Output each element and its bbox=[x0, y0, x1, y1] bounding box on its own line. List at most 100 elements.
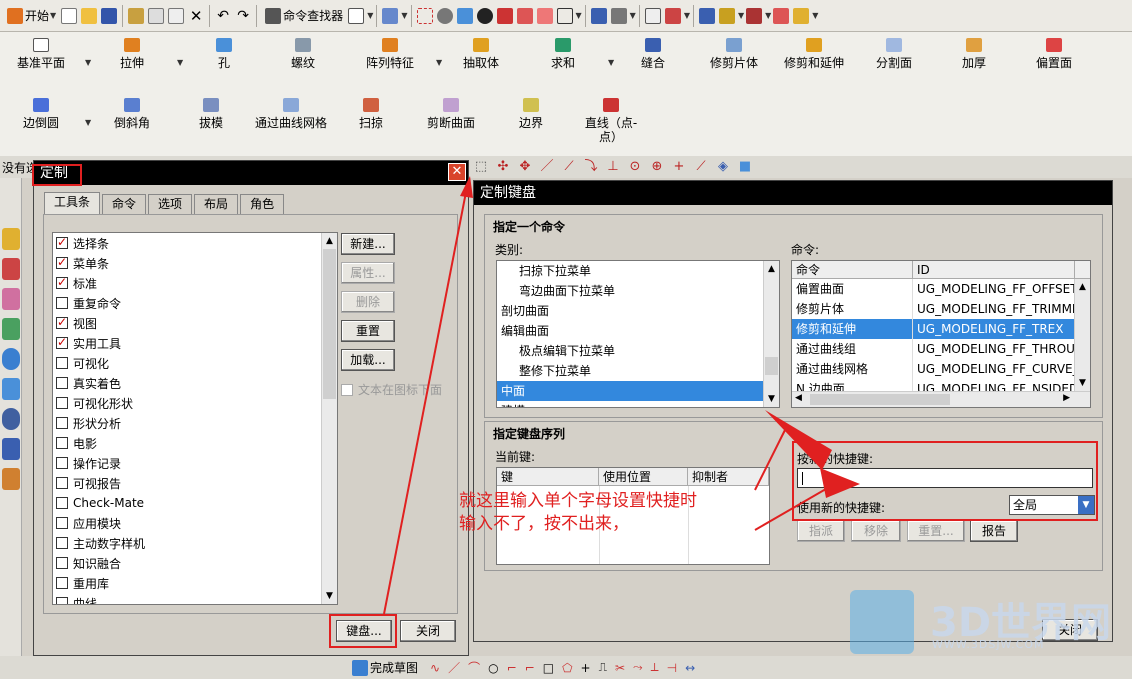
toolbar-list-item[interactable]: 操作记录 bbox=[53, 453, 337, 473]
wrench-icon[interactable] bbox=[718, 7, 735, 24]
scroll-down-icon[interactable]: ▼ bbox=[764, 391, 779, 407]
scroll-thumb[interactable] bbox=[765, 357, 778, 375]
toolbar-checkbox[interactable] bbox=[56, 297, 68, 309]
toolbar-list-item[interactable]: 电影 bbox=[53, 433, 337, 453]
fit-view-icon[interactable] bbox=[416, 7, 433, 24]
layer-icon[interactable] bbox=[610, 7, 627, 24]
line-icon[interactable]: ／ bbox=[539, 159, 555, 175]
chamfer-icon[interactable]: ⌐ bbox=[525, 661, 535, 675]
snap-end-icon[interactable]: ✥ bbox=[517, 159, 533, 175]
column-header-key[interactable]: 键 bbox=[497, 468, 599, 485]
keyboard-dialog-titlebar[interactable]: 定制键盘 bbox=[474, 181, 1112, 205]
wcs-icon[interactable] bbox=[664, 7, 681, 24]
command-table-row[interactable]: 偏置曲面 UG_MODELING_FF_OFFSET bbox=[792, 279, 1090, 299]
category-tree-item[interactable]: 剖切曲面 bbox=[497, 301, 779, 321]
scroll-up-icon[interactable]: ▲ bbox=[1075, 279, 1090, 295]
toolbar-list-item[interactable]: 菜单条 bbox=[53, 253, 337, 273]
category-tree[interactable]: 扫掠下拉菜单弯边曲面下拉菜单剖切曲面编辑曲面极点编辑下拉菜单整修下拉菜单中面建模… bbox=[496, 260, 780, 408]
toolbar-list-item[interactable]: 实用工具 bbox=[53, 333, 337, 353]
measure-icon[interactable] bbox=[773, 7, 790, 24]
toolbar-list-item[interactable]: 标准 bbox=[53, 273, 337, 293]
chevron-down-icon[interactable]: ▼ bbox=[738, 11, 744, 20]
polygon-icon[interactable]: ⬠ bbox=[562, 661, 572, 675]
save-icon[interactable] bbox=[101, 7, 118, 24]
category-scrollbar[interactable]: ▲ ▼ bbox=[763, 261, 779, 407]
snap-point-icon[interactable]: ✣ bbox=[495, 159, 511, 175]
scroll-down-icon[interactable]: ▼ bbox=[322, 588, 337, 604]
tab-layout[interactable]: 布局 bbox=[194, 194, 239, 214]
command-table-row[interactable]: 修剪片体 UG_MODELING_FF_TRIMME bbox=[792, 299, 1090, 319]
scroll-up-icon[interactable]: ▲ bbox=[322, 233, 337, 249]
circle-icon[interactable]: ○ bbox=[488, 661, 498, 675]
toolbar-list-item[interactable]: 应用模块 bbox=[53, 513, 337, 533]
chevron-down-icon[interactable]: ▼ bbox=[630, 11, 636, 20]
dashed-box-icon[interactable]: ⬚ bbox=[473, 159, 489, 175]
category-tree-item[interactable]: 整修下拉菜单 bbox=[497, 361, 779, 381]
paste-icon[interactable] bbox=[168, 7, 185, 24]
toolbar-checkbox[interactable] bbox=[56, 577, 68, 589]
toolbar-checkbox[interactable] bbox=[56, 275, 68, 289]
analysis-icon[interactable] bbox=[746, 7, 763, 24]
toolbar-list-item[interactable]: 重复命令 bbox=[53, 293, 337, 313]
command-table-row[interactable]: 通过曲线网格 UG_MODELING_FF_CURVE_ bbox=[792, 359, 1090, 379]
toolbar-checkbox[interactable] bbox=[56, 377, 68, 389]
rectangle-icon[interactable]: □ bbox=[543, 661, 554, 675]
toolbar-list-item[interactable]: 视图 bbox=[53, 313, 337, 333]
roles-icon[interactable] bbox=[2, 468, 20, 490]
point-icon[interactable]: + bbox=[581, 661, 591, 675]
toolbar-list-item[interactable]: 形状分析 bbox=[53, 413, 337, 433]
reset-button[interactable]: 重置 bbox=[341, 320, 395, 342]
column-header-id[interactable]: ID bbox=[913, 261, 1075, 278]
trim-icon[interactable]: ✂ bbox=[615, 661, 625, 675]
table-icon[interactable] bbox=[644, 7, 661, 24]
toolbar-list-item[interactable]: 重用库 bbox=[53, 573, 337, 593]
customize-dialog-titlebar[interactable]: 定制 ✕ bbox=[34, 161, 468, 185]
command-table-row[interactable]: 通过曲线组 UG_MODELING_FF_THROU. bbox=[792, 339, 1090, 359]
toolbar-checkbox[interactable] bbox=[56, 597, 68, 604]
system-materials-icon[interactable] bbox=[2, 438, 20, 460]
toolbar-checkbox[interactable] bbox=[56, 557, 68, 569]
start-menu-button[interactable]: 开始 ▼ bbox=[2, 3, 59, 29]
category-tree-item[interactable]: 中面 bbox=[497, 381, 779, 401]
chevron-down-icon[interactable]: ▼ bbox=[367, 11, 373, 20]
profile-icon[interactable]: ∿ bbox=[430, 661, 440, 675]
red-cube-icon[interactable] bbox=[496, 7, 513, 24]
command-table[interactable]: 命令 ID 偏置曲面 UG_MODELING_FF_OFFSET 修剪片体 UG_MO… bbox=[791, 260, 1091, 408]
command-scrollbar[interactable]: ▲ ▼ bbox=[1074, 279, 1090, 391]
toolbar-checkbox[interactable] bbox=[56, 397, 68, 409]
tangent-icon[interactable]: ⟋ bbox=[693, 159, 709, 175]
tab-roles[interactable]: 角色 bbox=[240, 194, 285, 214]
undo-icon[interactable]: ↶ bbox=[215, 8, 231, 24]
part-navigator-icon[interactable] bbox=[2, 288, 20, 310]
toolbar-list-item[interactable]: 可视化形状 bbox=[53, 393, 337, 413]
chevron-down-icon[interactable]: ▼ bbox=[684, 11, 690, 20]
tab-toolbars[interactable]: 工具条 bbox=[44, 192, 101, 214]
finish-sketch-label[interactable]: 完成草图 bbox=[370, 659, 418, 676]
reset-button[interactable]: 重置... bbox=[907, 520, 965, 542]
datum-plane-command[interactable]: 基准平面 bbox=[0, 38, 91, 70]
circle-center-icon[interactable]: ⊙ bbox=[627, 159, 643, 175]
toolbar-checkbox[interactable] bbox=[56, 477, 68, 489]
history-icon[interactable] bbox=[2, 378, 20, 400]
category-tree-item[interactable]: 极点编辑下拉菜单 bbox=[497, 341, 779, 361]
curve-icon[interactable]: ⤵ bbox=[583, 159, 599, 175]
line-icon[interactable]: ／ bbox=[448, 659, 460, 676]
chevron-down-icon[interactable]: ▼ bbox=[401, 11, 407, 20]
toolbar-list-scrollbar[interactable]: ▲ ▼ bbox=[321, 233, 337, 604]
category-tree-item[interactable]: 编辑曲面 bbox=[497, 321, 779, 341]
move-object-icon[interactable] bbox=[590, 7, 607, 24]
toolbar-checkbox[interactable] bbox=[56, 517, 68, 529]
report-button[interactable]: 报告 bbox=[970, 520, 1018, 542]
clock-icon[interactable] bbox=[2, 408, 20, 430]
category-tree-item[interactable]: 弯边曲面下拉菜单 bbox=[497, 281, 779, 301]
half-circle-icon[interactable] bbox=[476, 7, 493, 24]
scroll-up-icon[interactable]: ▲ bbox=[764, 261, 779, 277]
reuse-library-icon[interactable] bbox=[2, 318, 20, 340]
toolbar-list-item[interactable]: 可视化 bbox=[53, 353, 337, 373]
toolbar-checkbox[interactable] bbox=[56, 235, 68, 249]
toolbar-checkbox[interactable] bbox=[56, 357, 68, 369]
finish-sketch-icon[interactable] bbox=[352, 659, 368, 676]
constraint-icon[interactable]: ⊣ bbox=[667, 661, 677, 675]
pattern-feature-command[interactable]: 阵列特征 bbox=[340, 38, 440, 70]
properties-button[interactable]: 属性... bbox=[341, 262, 395, 284]
